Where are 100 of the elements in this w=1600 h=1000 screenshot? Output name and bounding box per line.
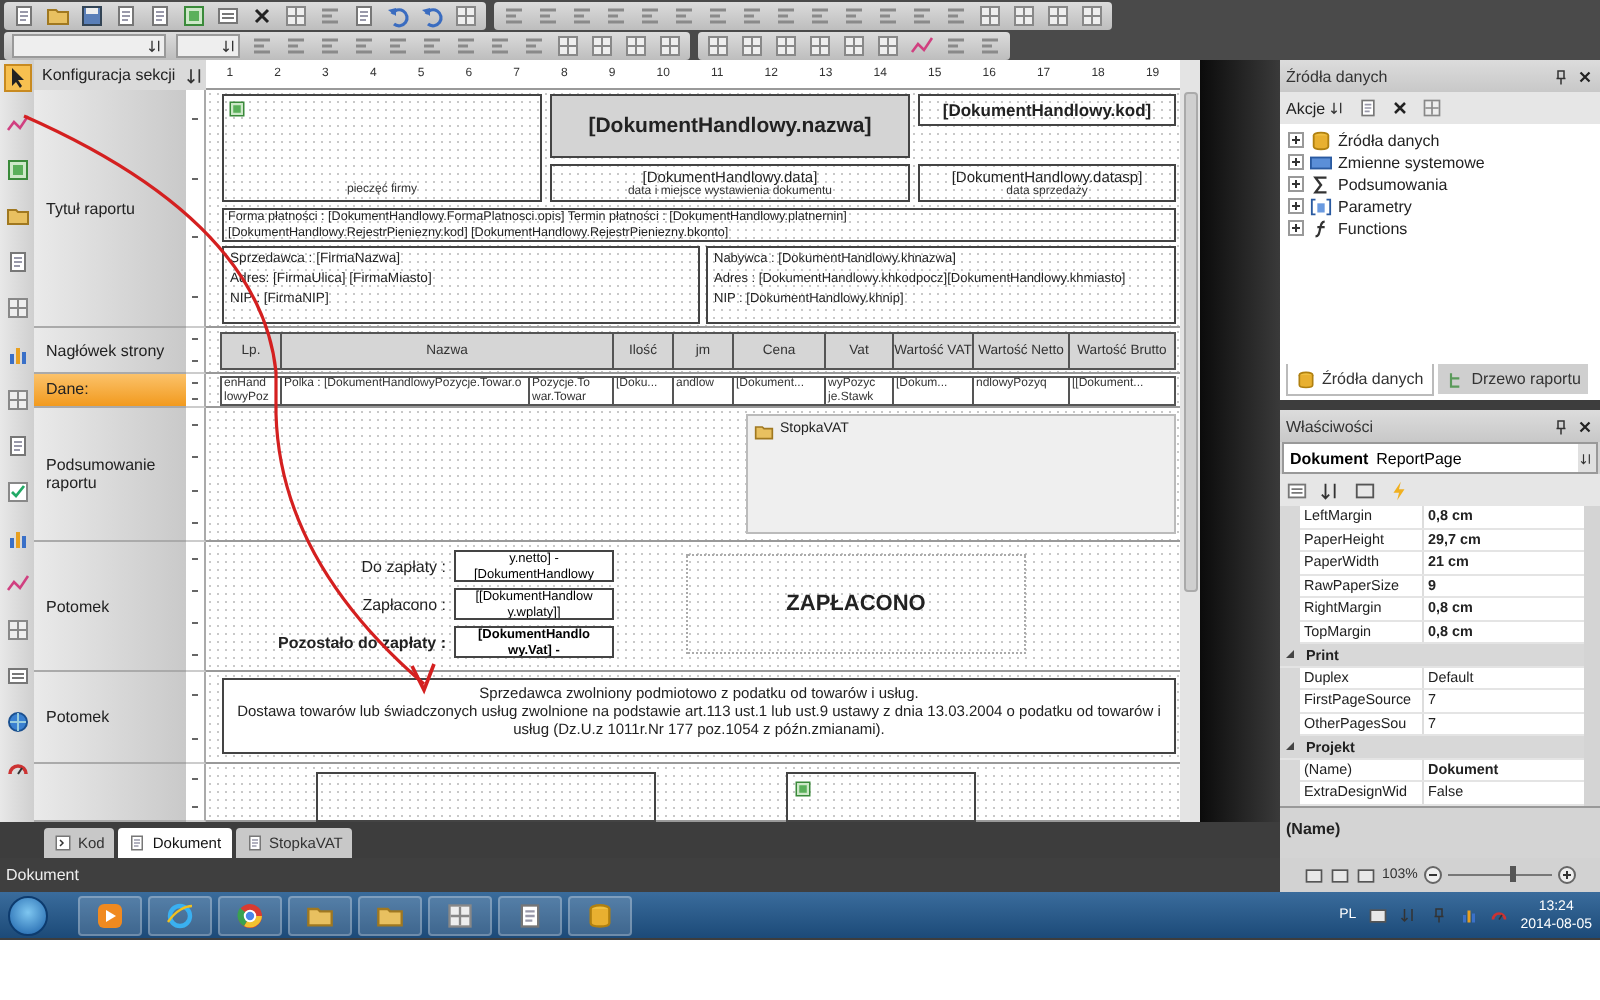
grid-icon[interactable] [740, 33, 764, 57]
tree-item[interactable]: Parametry [1288, 196, 1592, 216]
categorized-icon[interactable] [1286, 479, 1308, 501]
redo-icon[interactable] [420, 3, 444, 27]
section-label[interactable]: Podsumowanie raportu [34, 408, 186, 542]
image-icon[interactable] [182, 3, 206, 27]
page-icon[interactable] [148, 3, 172, 27]
keyboard-icon[interactable] [1368, 905, 1389, 925]
zoom-slider-thumb[interactable] [1510, 866, 1517, 882]
taskbar-button[interactable] [498, 895, 562, 935]
start-button[interactable] [8, 895, 48, 935]
expand-icon[interactable] [1288, 132, 1304, 148]
font-size-dropdown[interactable] [176, 33, 240, 57]
grid-icon[interactable] [624, 33, 648, 57]
align-icon[interactable] [876, 3, 900, 27]
panel-tab[interactable]: Drzewo raportu [1437, 364, 1589, 394]
section-config-label[interactable]: Konfiguracja sekcji [34, 60, 186, 90]
pin-icon[interactable] [1552, 67, 1570, 85]
section-label[interactable]: Nagłówek strony [34, 328, 186, 374]
taskbar-button[interactable] [568, 895, 632, 935]
align-icon[interactable] [284, 33, 308, 57]
align-icon[interactable] [570, 3, 594, 27]
taskbar-button[interactable] [358, 895, 422, 935]
new-document-icon[interactable] [12, 3, 36, 27]
flag-icon[interactable] [1430, 906, 1449, 924]
align-icon[interactable] [672, 3, 696, 27]
align-icon[interactable] [706, 3, 730, 27]
section-label[interactable]: Dane: [34, 374, 186, 408]
align-icon[interactable] [944, 3, 968, 27]
grid-icon[interactable] [590, 33, 614, 57]
align-icon[interactable] [774, 3, 798, 27]
align-icon[interactable] [638, 3, 662, 27]
grid-icon[interactable] [556, 33, 580, 57]
taskbar-button[interactable] [218, 895, 282, 935]
align-icon[interactable] [944, 33, 968, 57]
grid-icon[interactable] [774, 33, 798, 57]
align-icon[interactable] [740, 3, 764, 27]
signal-icon[interactable] [1460, 906, 1479, 924]
layout-icon[interactable] [454, 3, 478, 27]
expand-icon[interactable] [1288, 198, 1304, 214]
section-label[interactable]: Tytuł raportu [34, 90, 186, 328]
tray-arrow-icon[interactable] [1400, 906, 1419, 924]
tree-item[interactable]: Zmienne systemowe [1288, 152, 1592, 172]
line-icon[interactable] [910, 33, 934, 57]
volume-icon[interactable] [1490, 906, 1509, 924]
category-toggle-icon[interactable] [1284, 740, 1296, 753]
taskbar-button[interactable] [428, 895, 492, 935]
vertical-scrollbar[interactable] [1180, 60, 1200, 822]
nav-arrows-icon[interactable] [186, 65, 206, 85]
object-dropdown[interactable]: Dokument ReportPage [1282, 442, 1598, 474]
align-icon[interactable] [522, 33, 546, 57]
grid-icon[interactable] [658, 33, 682, 57]
align-icon[interactable] [502, 3, 526, 27]
grid-icon[interactable] [1046, 3, 1070, 27]
align-icon[interactable] [318, 3, 342, 27]
section-label[interactable]: Potomek [34, 672, 186, 764]
align-icon[interactable] [318, 33, 342, 57]
section-label[interactable]: Potomek [34, 542, 186, 672]
tree-item[interactable]: Podsumowania [1288, 174, 1592, 194]
align-icon[interactable] [604, 3, 628, 27]
category-toggle-icon[interactable] [1284, 648, 1296, 661]
delete-icon[interactable] [1389, 98, 1410, 118]
grid-icon[interactable] [1012, 3, 1036, 27]
align-icon[interactable] [420, 33, 444, 57]
list-icon[interactable] [216, 3, 240, 27]
align-icon[interactable] [978, 33, 1002, 57]
page-width-icon[interactable] [1330, 865, 1350, 885]
align-icon[interactable] [352, 33, 376, 57]
align-icon[interactable] [910, 3, 934, 27]
tree-item[interactable]: Źródła danych [1288, 130, 1592, 150]
align-icon[interactable] [536, 3, 560, 27]
taskbar-button[interactable] [148, 895, 212, 935]
page-view-icon[interactable] [1304, 865, 1324, 885]
taskbar-button[interactable] [288, 895, 352, 935]
save-icon[interactable] [80, 3, 104, 27]
grid-icon[interactable] [706, 33, 730, 57]
pin-icon[interactable] [1552, 417, 1570, 435]
grid-icon[interactable] [808, 33, 832, 57]
taskbar-button[interactable] [78, 895, 142, 935]
expand-icon[interactable] [1288, 176, 1304, 192]
expand-icon[interactable] [1288, 220, 1304, 236]
align-icon[interactable] [808, 3, 832, 27]
grid-icon[interactable] [284, 3, 308, 27]
delete-icon[interactable] [250, 3, 274, 27]
align-icon[interactable] [842, 3, 866, 27]
close-icon[interactable] [1576, 67, 1594, 85]
whole-page-icon[interactable] [1356, 865, 1376, 885]
grid-icon[interactable] [978, 3, 1002, 27]
align-icon[interactable] [386, 33, 410, 57]
sort-icon[interactable] [1320, 479, 1342, 501]
tree-item[interactable]: Functions [1288, 218, 1592, 238]
grid-icon[interactable] [1080, 3, 1104, 27]
scroll-thumb[interactable] [1183, 92, 1197, 592]
close-icon[interactable] [1576, 417, 1594, 435]
property-pages-icon[interactable] [1354, 479, 1376, 501]
grid-icon[interactable] [876, 33, 900, 57]
expand-icon[interactable] [1288, 154, 1304, 170]
zoom-in-icon[interactable] [1557, 866, 1576, 884]
panel-tab[interactable]: Źródła danych [1286, 364, 1434, 396]
grid-icon[interactable] [842, 33, 866, 57]
